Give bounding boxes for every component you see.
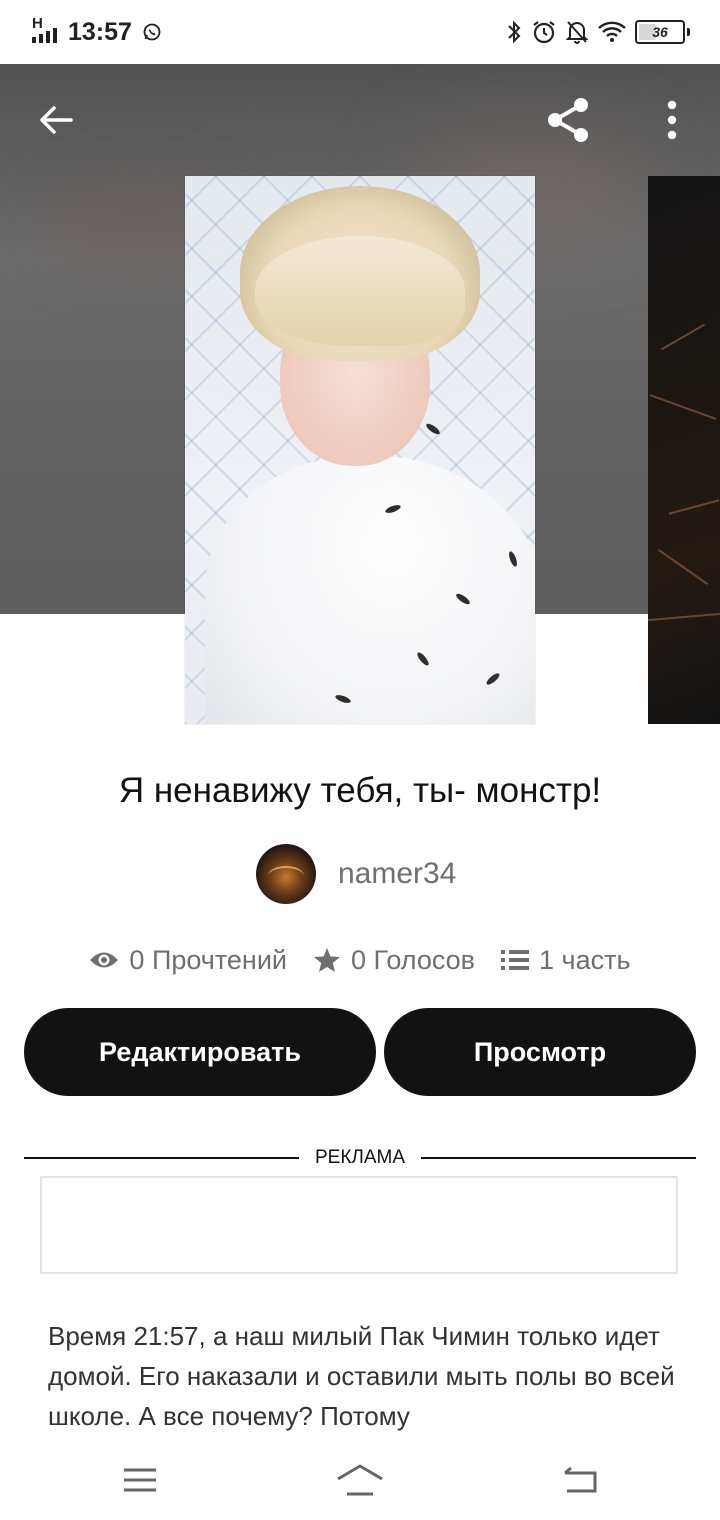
home-icon: [337, 1464, 383, 1496]
system-navigation-bar: [0, 1440, 720, 1520]
more-options-button[interactable]: [648, 92, 696, 148]
share-icon: [548, 98, 588, 142]
divider-line: [421, 1157, 696, 1159]
divider-line: [24, 1157, 299, 1159]
wifi-icon: [598, 21, 626, 42]
battery-level: 36: [652, 24, 668, 40]
status-right: 36: [505, 16, 690, 48]
ad-label: РЕКЛАМА: [314, 1147, 406, 1168]
home-button[interactable]: [325, 1454, 395, 1506]
menu-icon: [124, 1468, 156, 1492]
signal-icon: H: [32, 15, 62, 47]
story-excerpt: Время 21:57, а наш милый Пак Чимин тольк…: [48, 1321, 675, 1431]
preview-button[interactable]: Просмотр: [384, 1008, 696, 1096]
return-icon: [564, 1466, 597, 1493]
next-cover-preview[interactable]: [648, 176, 720, 724]
story-stats: 0 Прочтений 0 Голосов 1 часть: [0, 938, 720, 982]
story-title: Я ненавижу тебя, ты- монстр!: [118, 771, 602, 810]
author-link[interactable]: namer34: [256, 844, 456, 904]
reads-stat: 0 Прочтений: [89, 945, 287, 976]
more-vertical-icon: [667, 100, 677, 140]
reads-count: 0 Прочтений: [129, 944, 288, 975]
menu-button[interactable]: [105, 1454, 175, 1506]
story-cover[interactable]: [185, 176, 535, 724]
whatsapp-icon: [143, 23, 161, 41]
author-name: namer34: [338, 857, 457, 890]
votes-count: 0 Голосов: [351, 944, 476, 975]
star-icon: [314, 948, 341, 972]
list-icon: [501, 950, 530, 970]
clock: 13:57: [68, 17, 132, 46]
eye-icon: [90, 952, 119, 968]
battery-icon: 36: [635, 20, 685, 44]
back-nav-button[interactable]: [545, 1454, 615, 1506]
notifications-off-icon: [565, 21, 589, 44]
parts-stat: 1 часть: [501, 945, 631, 976]
back-button[interactable]: [28, 92, 84, 148]
battery-tip: [687, 28, 690, 36]
parts-count: 1 часть: [539, 944, 631, 975]
alarm-icon: [533, 21, 555, 44]
arrow-left-icon: [40, 106, 73, 134]
votes-stat: 0 Голосов: [313, 945, 475, 976]
edit-button[interactable]: Редактировать: [24, 1008, 376, 1096]
share-button[interactable]: [540, 92, 596, 148]
ad-divider: РЕКЛАМА: [24, 1144, 696, 1172]
avatar: [256, 844, 316, 904]
bluetooth-icon: [508, 20, 521, 44]
status-left: H 13:57: [32, 14, 162, 50]
ad-slot[interactable]: [40, 1176, 678, 1274]
status-bar: H 13:57 36: [0, 0, 720, 64]
